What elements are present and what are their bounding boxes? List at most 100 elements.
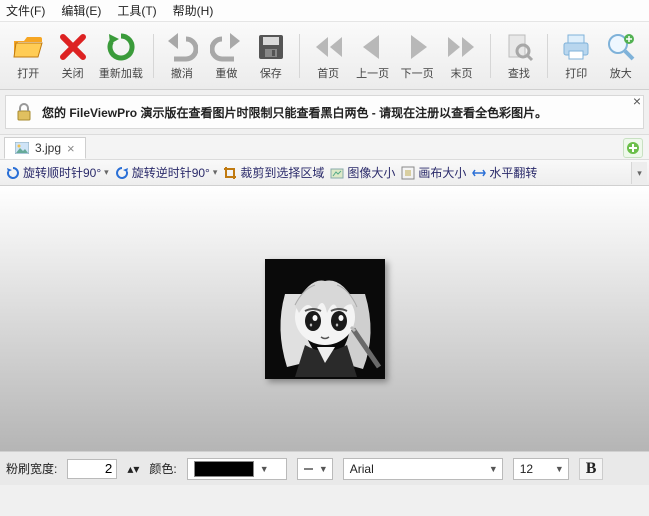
crop-label: 裁剪到选择区域 bbox=[240, 164, 324, 181]
color-swatch bbox=[194, 461, 254, 477]
bold-button[interactable]: B bbox=[579, 458, 604, 480]
last-label: 末页 bbox=[451, 65, 473, 81]
chevron-down-icon: ▼ bbox=[319, 464, 328, 474]
brush-width-label: 粉刷宽度: bbox=[6, 460, 57, 477]
first-label: 首页 bbox=[317, 65, 339, 81]
first-page-button[interactable]: 首页 bbox=[306, 26, 350, 86]
menu-file[interactable]: 文件(F) bbox=[6, 2, 45, 19]
notice-banner: 您的 FileViewPro 演示版在查看图片时限制只能查看黑白两色 - 请现在… bbox=[5, 95, 644, 129]
menu-edit[interactable]: 编辑(E) bbox=[61, 2, 101, 19]
undo-button[interactable]: 撤消 bbox=[160, 26, 204, 86]
rotate-cw-label: 旋转顺时针90° bbox=[23, 164, 101, 181]
font-family-picker[interactable]: Arial ▼ bbox=[343, 458, 503, 480]
tab-close-button[interactable]: × bbox=[67, 141, 75, 156]
magnifier-document-icon bbox=[503, 31, 535, 63]
printer-icon bbox=[560, 31, 592, 63]
tab-label: 3.jpg bbox=[35, 141, 61, 155]
next-icon bbox=[401, 31, 433, 63]
line-style-icon bbox=[304, 465, 313, 473]
open-label: 打开 bbox=[17, 65, 39, 81]
save-label: 保存 bbox=[260, 65, 282, 81]
add-tab-button[interactable] bbox=[623, 138, 643, 158]
image-size-button[interactable]: 图像大小 bbox=[330, 164, 395, 181]
folder-open-icon bbox=[12, 31, 44, 63]
menu-tools[interactable]: 工具(T) bbox=[117, 2, 156, 19]
reload-label: 重新加载 bbox=[99, 65, 143, 81]
prev-icon bbox=[357, 31, 389, 63]
rotate-ccw-button[interactable]: 旋转逆时针90° ▾ bbox=[115, 164, 218, 181]
color-label: 颜色: bbox=[149, 460, 176, 477]
redo-icon bbox=[210, 31, 242, 63]
crop-icon bbox=[223, 166, 237, 180]
font-size-picker[interactable]: 12 ▼ bbox=[513, 458, 569, 480]
image-size-label: 图像大小 bbox=[347, 164, 395, 181]
properties-bar: 粉刷宽度: ▴▾ 颜色: ▼ ▼ Arial ▼ 12 ▼ B bbox=[0, 451, 649, 485]
main-toolbar: 打开 关闭 重新加载 撤消 重做 保存 首页 上一页 下一页 末页 查找 bbox=[0, 22, 649, 90]
font-size-value: 12 bbox=[520, 462, 549, 476]
print-button[interactable]: 打印 bbox=[554, 26, 598, 86]
zoom-label: 放大 bbox=[610, 65, 632, 81]
dropdown-arrow-icon[interactable]: ▾ bbox=[104, 167, 109, 178]
undo-label: 撤消 bbox=[171, 65, 193, 81]
open-button[interactable]: 打开 bbox=[6, 26, 50, 86]
prev-label: 上一页 bbox=[356, 65, 389, 81]
toolbar-separator bbox=[153, 34, 154, 78]
print-label: 打印 bbox=[565, 65, 587, 81]
lock-icon bbox=[14, 102, 34, 122]
tab-strip: 3.jpg × bbox=[0, 134, 649, 160]
file-tab[interactable]: 3.jpg × bbox=[4, 137, 86, 159]
flip-h-icon bbox=[472, 166, 486, 180]
zoom-button[interactable]: 放大 bbox=[599, 26, 643, 86]
chevron-down-icon: ▾ bbox=[637, 168, 642, 179]
zoom-in-icon bbox=[605, 31, 637, 63]
reload-button[interactable]: 重新加载 bbox=[95, 26, 147, 86]
first-icon bbox=[312, 31, 344, 63]
rotate-cw-icon bbox=[6, 166, 20, 180]
chevron-down-icon: ▼ bbox=[489, 464, 498, 474]
menu-help[interactable]: 帮助(H) bbox=[173, 2, 214, 19]
next-label: 下一页 bbox=[401, 65, 434, 81]
rotate-ccw-label: 旋转逆时针90° bbox=[132, 164, 210, 181]
rotate-ccw-icon bbox=[115, 166, 129, 180]
canvas-size-label: 画布大小 bbox=[418, 164, 466, 181]
find-label: 查找 bbox=[508, 65, 530, 81]
save-icon bbox=[255, 31, 287, 63]
close-label: 关闭 bbox=[62, 65, 84, 81]
canvas-size-icon bbox=[401, 166, 415, 180]
save-button[interactable]: 保存 bbox=[249, 26, 293, 86]
chevron-down-icon: ▼ bbox=[260, 464, 269, 474]
toolbar-separator bbox=[547, 34, 548, 78]
bold-label: B bbox=[586, 460, 597, 478]
flip-horizontal-button[interactable]: 水平翻转 bbox=[472, 164, 537, 181]
close-button[interactable]: 关闭 bbox=[50, 26, 94, 86]
displayed-image bbox=[265, 259, 385, 379]
canvas-size-button[interactable]: 画布大小 bbox=[401, 164, 466, 181]
image-thumb-icon bbox=[15, 142, 29, 154]
last-page-button[interactable]: 末页 bbox=[439, 26, 483, 86]
reload-icon bbox=[105, 31, 137, 63]
rotate-cw-button[interactable]: 旋转顺时针90° ▾ bbox=[6, 164, 109, 181]
dropdown-arrow-icon[interactable]: ▾ bbox=[213, 167, 218, 178]
redo-button[interactable]: 重做 bbox=[204, 26, 248, 86]
line-style-picker[interactable]: ▼ bbox=[297, 458, 333, 480]
anime-character-bw-icon bbox=[265, 259, 385, 379]
image-ops-bar: 旋转顺时针90° ▾ 旋转逆时针90° ▾ 裁剪到选择区域 图像大小 画布大小 … bbox=[0, 160, 649, 186]
prev-page-button[interactable]: 上一页 bbox=[350, 26, 394, 86]
next-page-button[interactable]: 下一页 bbox=[395, 26, 439, 86]
crop-button[interactable]: 裁剪到选择区域 bbox=[223, 164, 324, 181]
ops-overflow-button[interactable]: ▾ bbox=[631, 162, 647, 184]
image-viewport[interactable] bbox=[0, 186, 649, 451]
brush-width-spinner[interactable]: ▴▾ bbox=[127, 462, 139, 476]
chevron-down-icon: ▼ bbox=[555, 464, 564, 474]
notice-text: 您的 FileViewPro 演示版在查看图片时限制只能查看黑白两色 - 请现在… bbox=[42, 104, 547, 121]
undo-icon bbox=[166, 31, 198, 63]
font-family-value: Arial bbox=[350, 462, 483, 476]
color-picker[interactable]: ▼ bbox=[187, 458, 287, 480]
find-button[interactable]: 查找 bbox=[497, 26, 541, 86]
menubar: 文件(F) 编辑(E) 工具(T) 帮助(H) bbox=[0, 0, 649, 22]
plus-icon bbox=[626, 141, 640, 155]
resize-image-icon bbox=[330, 166, 344, 180]
banner-close-button[interactable]: × bbox=[633, 94, 641, 108]
brush-width-input[interactable] bbox=[67, 459, 117, 479]
toolbar-separator bbox=[299, 34, 300, 78]
